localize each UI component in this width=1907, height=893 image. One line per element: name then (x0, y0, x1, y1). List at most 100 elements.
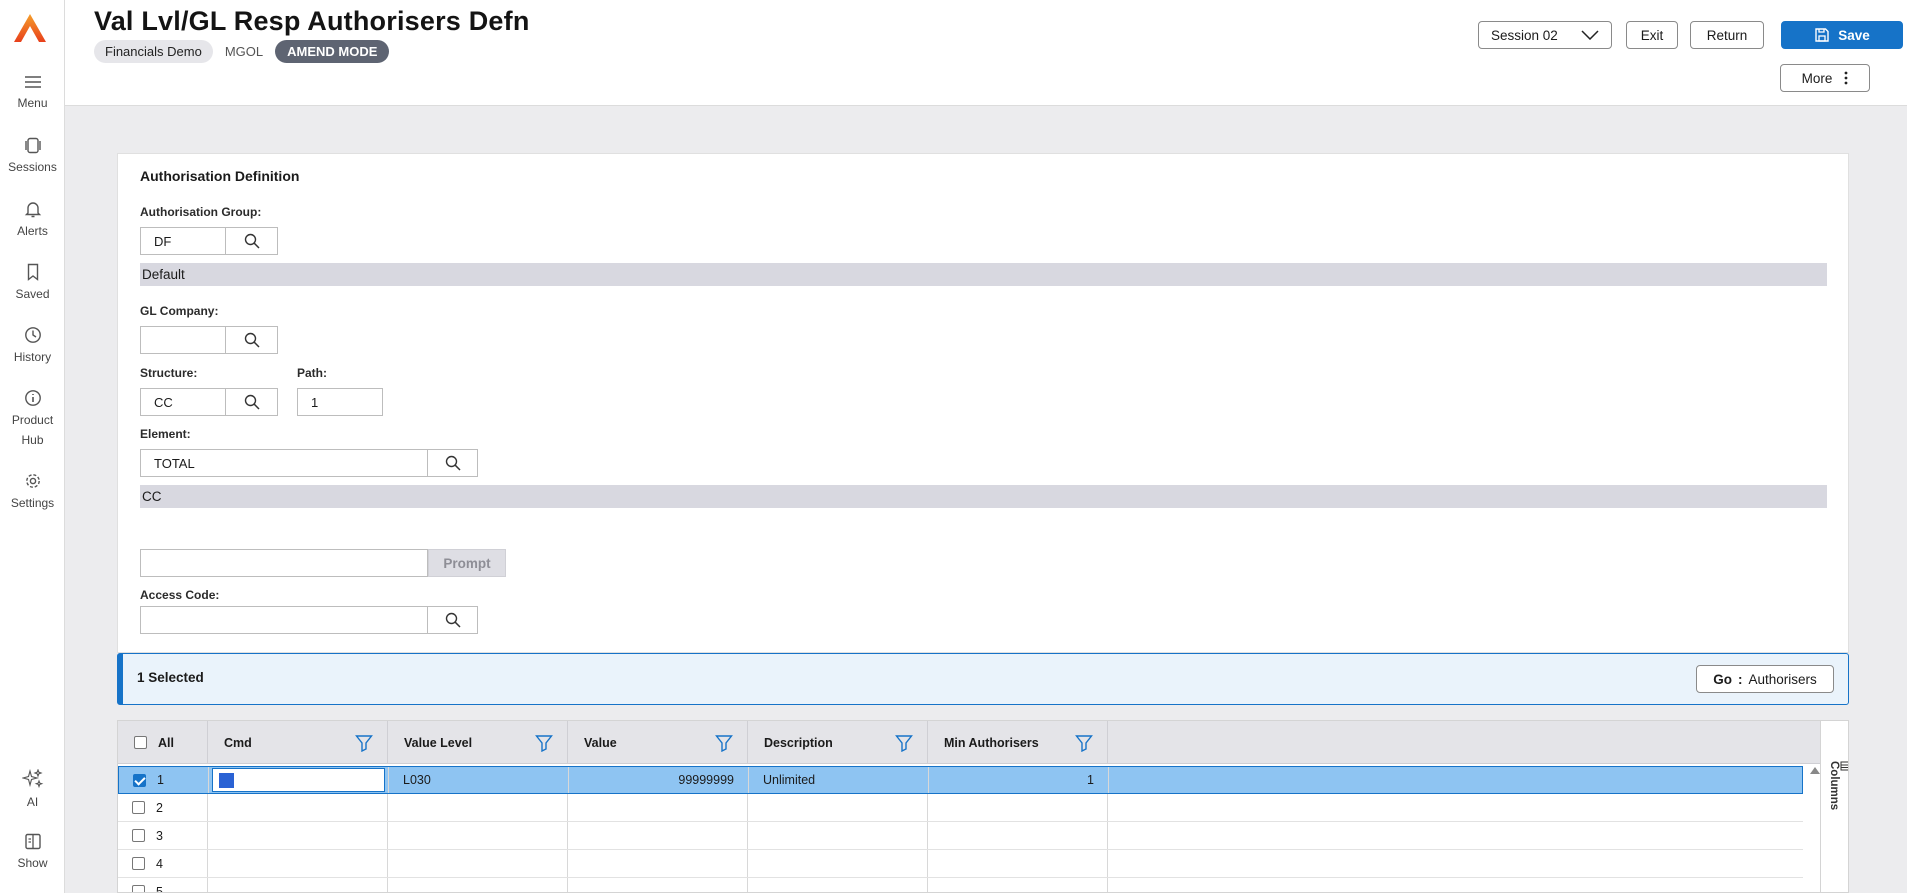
save-icon (1815, 28, 1829, 42)
row-select-cell[interactable]: 5 (118, 878, 208, 892)
structure-input[interactable]: CC (140, 388, 226, 416)
context-tags: Financials Demo MGOL AMEND MODE (94, 40, 390, 63)
exit-button[interactable]: Exit (1626, 21, 1678, 49)
row-select-cell[interactable]: 1 (119, 767, 209, 793)
table-row[interactable]: 5 (118, 878, 1803, 892)
cmd-cell[interactable] (208, 878, 388, 892)
select-all-header[interactable]: All (118, 721, 208, 764)
element-input[interactable]: TOTAL (140, 449, 428, 477)
access-code-label: Access Code: (140, 588, 220, 602)
nav-menu[interactable]: Menu (0, 74, 65, 113)
info-icon (24, 390, 41, 406)
table-row[interactable]: 2 (118, 794, 1803, 822)
cmd-cell[interactable] (208, 850, 388, 877)
table-row[interactable]: 1 L030 99999999 Unlimited 1 (118, 766, 1803, 794)
grid-header: All Cmd Value Level Value Description Mi… (118, 721, 1821, 764)
row-select-cell[interactable]: 3 (118, 822, 208, 849)
min-authorisers-cell[interactable] (928, 878, 1108, 892)
row-number: 3 (156, 828, 163, 843)
row-number: 4 (156, 856, 163, 871)
value-cell[interactable] (568, 822, 748, 849)
row-checkbox[interactable] (132, 801, 145, 814)
nav-show-label: Show (17, 856, 48, 870)
access-code-input[interactable] (140, 606, 428, 634)
min-authorisers-cell[interactable]: 1 (929, 767, 1109, 793)
nav-sessions[interactable]: Sessions (0, 137, 65, 177)
app-logo-icon[interactable] (12, 12, 48, 44)
go-authorisers-button[interactable]: Go : Authorisers (1696, 665, 1834, 693)
return-button[interactable]: Return (1690, 21, 1764, 49)
more-button[interactable]: More (1780, 64, 1870, 92)
element-search-button[interactable] (428, 449, 478, 477)
value-cell[interactable] (568, 794, 748, 821)
column-header-value-level[interactable]: Value Level (388, 721, 568, 764)
nav-show[interactable]: Show (0, 833, 65, 873)
nav-sessions-label: Sessions (8, 160, 57, 174)
row-checkbox[interactable] (133, 773, 146, 787)
row-number: 2 (156, 800, 163, 815)
description-cell[interactable] (748, 794, 928, 821)
auth-group-description: Default (140, 263, 1827, 286)
gl-company-search-button[interactable] (226, 326, 278, 354)
description-cell[interactable] (748, 822, 928, 849)
filter-icon[interactable] (895, 734, 913, 752)
path-input[interactable]: 1 (297, 388, 383, 416)
column-header-min-authorisers[interactable]: Min Authorisers (928, 721, 1108, 764)
nav-product-hub[interactable]: Product Hub (0, 389, 65, 450)
table-row[interactable]: 4 (118, 850, 1803, 878)
column-header-cmd[interactable]: Cmd (208, 721, 388, 764)
table-row[interactable]: 3 (118, 822, 1803, 850)
access-code-search-button[interactable] (428, 606, 478, 634)
value-cell[interactable] (568, 850, 748, 877)
save-button[interactable]: Save (1781, 21, 1903, 49)
column-header-value[interactable]: Value (568, 721, 748, 764)
columns-panel-tab[interactable]: Columns (1820, 721, 1848, 892)
gl-company-input[interactable] (140, 326, 226, 354)
value-level-cell[interactable] (388, 850, 568, 877)
row-checkbox[interactable] (132, 885, 145, 892)
min-authorisers-cell[interactable] (928, 794, 1108, 821)
min-authorisers-cell[interactable] (928, 822, 1108, 849)
auth-group-search-button[interactable] (226, 227, 278, 255)
value-cell[interactable] (568, 878, 748, 892)
cmd-cell[interactable] (209, 767, 389, 793)
page-title: Val Lvl/GL Resp Authorisers Defn (94, 6, 530, 36)
row-checkbox[interactable] (132, 857, 145, 870)
nav-alerts[interactable]: Alerts (0, 200, 65, 241)
select-all-checkbox[interactable] (134, 736, 147, 749)
scroll-up-arrow-icon[interactable] (1810, 767, 1820, 774)
nav-saved[interactable]: Saved (0, 263, 65, 304)
cmd-cell[interactable] (208, 794, 388, 821)
nav-ai[interactable]: AI (0, 769, 65, 812)
value-level-cell[interactable]: L030 (389, 767, 569, 793)
value-level-cell[interactable] (388, 878, 568, 892)
row-select-cell[interactable]: 2 (118, 794, 208, 821)
gl-company-label: GL Company: (140, 304, 219, 318)
nav-settings[interactable]: Settings (0, 472, 65, 513)
description-cell[interactable] (748, 878, 928, 892)
description-cell[interactable] (748, 850, 928, 877)
header-value-level: Value Level (404, 735, 473, 750)
search-icon (244, 332, 260, 348)
min-authorisers-cell[interactable] (928, 850, 1108, 877)
filter-icon[interactable] (1075, 734, 1093, 752)
value-level-cell[interactable] (388, 822, 568, 849)
value-level-cell[interactable] (388, 794, 568, 821)
session-select[interactable]: Session 02 (1478, 21, 1612, 49)
value-cell[interactable]: 99999999 (569, 767, 749, 793)
filter-icon[interactable] (715, 734, 733, 752)
prompt-button[interactable]: Prompt (428, 549, 506, 577)
cmd-cell[interactable] (208, 822, 388, 849)
filter-icon[interactable] (535, 734, 553, 752)
row-checkbox[interactable] (132, 829, 145, 842)
prompt-input[interactable] (140, 549, 428, 577)
structure-search-button[interactable] (226, 388, 278, 416)
filter-icon[interactable] (355, 734, 373, 752)
nav-history-label: History (13, 350, 52, 364)
description-cell[interactable]: Unlimited (749, 767, 929, 793)
nav-history[interactable]: History (0, 326, 65, 367)
auth-group-input[interactable]: DF (140, 227, 226, 255)
row-select-cell[interactable]: 4 (118, 850, 208, 877)
cmd-input[interactable] (212, 768, 385, 792)
column-header-description[interactable]: Description (748, 721, 928, 764)
